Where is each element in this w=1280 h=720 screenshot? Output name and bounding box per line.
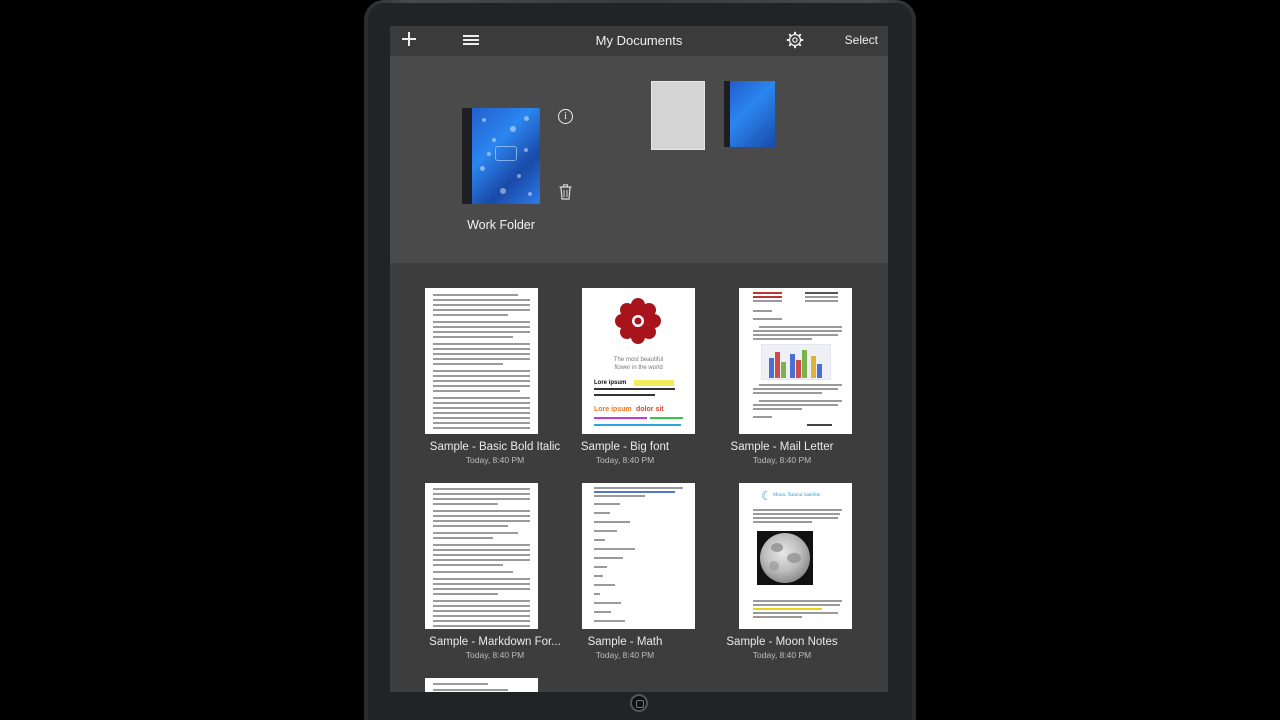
moon-crescent-icon: ☾ [761,489,772,503]
moon-image [757,531,813,585]
trash-icon[interactable] [559,184,572,200]
thumb-title: Moon: Natural Satellite [773,493,821,498]
folder-panel: i Work Folder [390,56,888,263]
document-thumbnail[interactable] [582,483,695,629]
folder-name: Work Folder [467,218,535,232]
document-name: Sample - Mail Letter [730,441,834,453]
thumb-caption: The most beautiful flower in the world [613,357,664,371]
thumb-text: Lore ipsum [594,406,632,413]
page-title: My Documents [595,33,683,48]
document-name: Sample - Moon Notes [726,636,838,648]
flower-icon [615,298,661,344]
folder-item-blank[interactable] [651,81,705,150]
app-screen: My Documents Select i Work Folder Sample… [390,26,888,692]
thumb-text: Lore ipsum [594,380,627,386]
document-date: Today, 8:40 PM [752,650,812,660]
info-icon[interactable]: i [558,109,573,124]
gear-icon[interactable] [786,31,804,49]
chart-icon [761,344,831,380]
thumb-text: dolor sit [636,406,664,413]
document-thumbnail[interactable] [425,483,538,629]
document-thumbnail[interactable]: The most beautiful flower in the world Lo… [582,288,695,434]
document-thumbnail[interactable] [425,678,538,692]
document-thumbnail[interactable]: ☾ Moon: Natural Satellite [739,483,852,629]
document-thumbnail[interactable] [425,288,538,434]
select-button[interactable]: Select [845,33,878,47]
document-date: Today, 8:40 PM [752,455,812,465]
work-folder-cover[interactable] [462,108,540,204]
navigation-bar: My Documents Select [390,26,888,56]
folder-item-caption [720,152,780,158]
folder-item-work-folder[interactable] [724,81,775,147]
home-button[interactable] [630,694,648,712]
documents-grid: Sample - Basic Bold Italic Today, 8:40 P… [390,263,888,692]
document-thumbnail[interactable] [739,288,852,434]
folder-item-caption [647,152,707,158]
